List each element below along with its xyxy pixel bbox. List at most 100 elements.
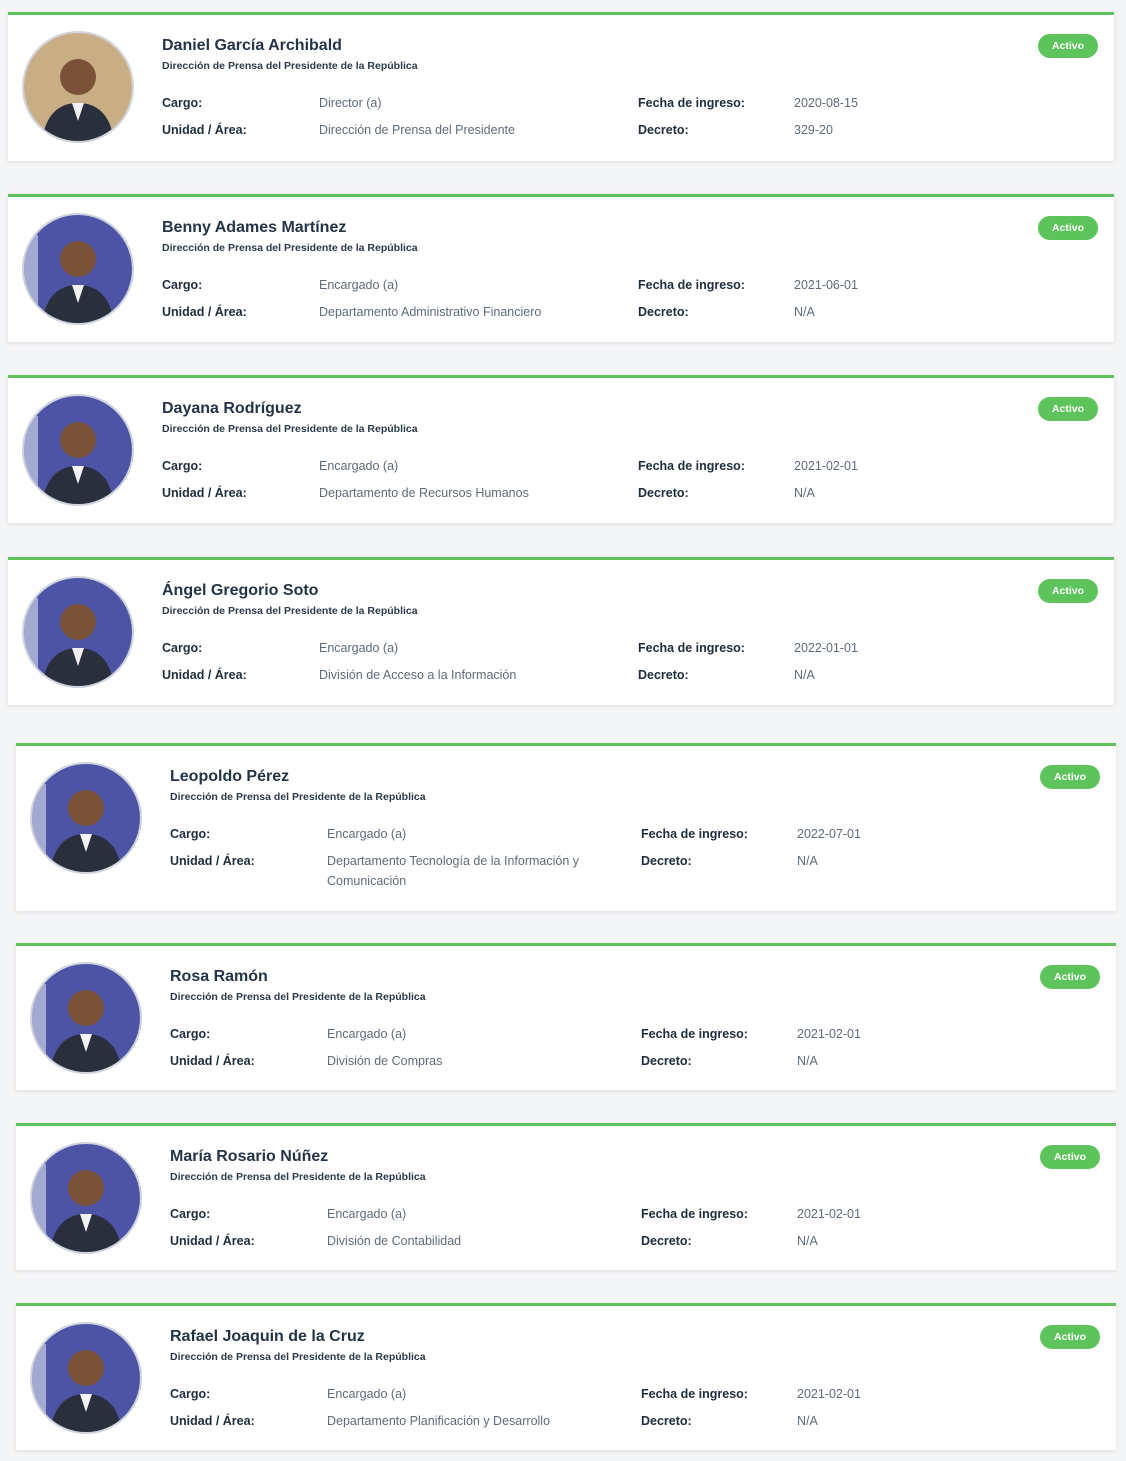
employee-photo [22,31,134,143]
cargo-value: Encargado (a) [327,827,407,841]
unidad-value: División de Compras [327,1054,443,1068]
unidad-value: Departamento Administrativo Financiero [319,305,542,319]
cargo-value: Encargado (a) [319,459,399,473]
employee-organization: Dirección de Prensa del Presidente de la… [162,605,418,617]
cargo-label: Cargo: [170,1207,211,1221]
employee-card: María Rosario Núñez Dirección de Prensa … [16,1123,1116,1270]
unidad-label: Unidad / Área: [162,305,247,319]
employee-name: Rafael Joaquin de la Cruz [170,1328,365,1345]
unidad-label: Unidad / Área: [162,486,247,500]
unidad-label: Unidad / Área: [162,123,247,137]
cargo-label: Cargo: [170,1387,211,1401]
cargo-label: Cargo: [170,827,211,841]
cargo-label: Cargo: [162,278,203,292]
unidad-value: División de Acceso a la Información [319,668,517,682]
employee-name: Leopoldo Pérez [170,768,290,785]
cargo-value: Encargado (a) [327,1387,407,1401]
fecha-label: Fecha de ingreso: [641,1387,748,1401]
employee-card: Daniel García Archibald Dirección de Pre… [8,12,1114,161]
unidad-label: Unidad / Área: [170,1054,255,1068]
employee-organization: Dirección de Prensa del Presidente de la… [170,1171,426,1183]
employee-photo [22,213,134,325]
cargo-label: Cargo: [170,1027,211,1041]
employee-card: Dayana Rodríguez Dirección de Prensa del… [8,375,1114,523]
employee-name: María Rosario Núñez [170,1148,329,1165]
decreto-value: N/A [797,1414,818,1428]
decreto-value: N/A [797,1234,818,1248]
employee-photo [30,1322,142,1434]
employee-name: Daniel García Archibald [162,37,342,54]
cargo-label: Cargo: [162,641,203,655]
employee-photo [30,762,142,874]
cargo-value: Encargado (a) [319,641,399,655]
fecha-label: Fecha de ingreso: [638,641,745,655]
decreto-value: N/A [794,486,815,500]
fecha-value: 2022-07-01 [797,827,861,841]
cargo-value: Encargado (a) [327,1027,407,1041]
fecha-value: 2021-02-01 [797,1027,861,1041]
unidad-value: Departamento Planificación y Desarrollo [327,1414,551,1428]
employee-photo [30,962,142,1074]
fecha-value: 2021-06-01 [794,278,858,292]
unidad-value: Dirección de Prensa del Presidente [319,123,515,137]
unidad-label: Unidad / Área: [170,854,255,868]
fecha-label: Fecha de ingreso: [638,459,745,473]
cargo-value: Encargado (a) [327,1207,407,1221]
decreto-label: Decreto: [641,1054,692,1068]
employee-photo [22,576,134,688]
employee-organization: Dirección de Prensa del Presidente de la… [162,423,418,435]
employee-card: Rosa Ramón Dirección de Prensa del Presi… [16,943,1116,1090]
employee-organization: Dirección de Prensa del Presidente de la… [170,991,426,1003]
status-badge: Activo [1038,34,1098,58]
status-badge: Activo [1040,1145,1100,1169]
employee-organization: Dirección de Prensa del Presidente de la… [162,242,418,254]
fecha-label: Fecha de ingreso: [641,827,748,841]
decreto-label: Decreto: [641,1414,692,1428]
decreto-label: Decreto: [638,668,689,682]
fecha-label: Fecha de ingreso: [638,278,745,292]
cargo-value: Encargado (a) [319,278,399,292]
fecha-value: 2021-02-01 [794,459,858,473]
employee-organization: Dirección de Prensa del Presidente de la… [170,1351,426,1363]
decreto-label: Decreto: [641,854,692,868]
decreto-label: Decreto: [638,486,689,500]
unidad-value: Departamento de Recursos Humanos [319,486,529,500]
fecha-label: Fecha de ingreso: [641,1207,748,1221]
unidad-value: Departamento Tecnología de la Informació… [327,854,580,888]
fecha-value: 2021-02-01 [797,1207,861,1221]
employee-card: Rafael Joaquin de la Cruz Dirección de P… [16,1303,1116,1450]
status-badge: Activo [1040,765,1100,789]
decreto-label: Decreto: [638,123,689,137]
status-badge: Activo [1040,1325,1100,1349]
cargo-label: Cargo: [162,459,203,473]
employee-photo [22,394,134,506]
employee-organization: Dirección de Prensa del Presidente de la… [162,60,418,72]
employee-name: Dayana Rodríguez [162,400,302,417]
employee-name: Benny Adames Martínez [162,219,347,236]
fecha-value: 2020-08-15 [794,96,858,110]
cargo-label: Cargo: [162,96,203,110]
employee-organization: Dirección de Prensa del Presidente de la… [170,791,426,803]
status-badge: Activo [1038,397,1098,421]
employee-photo [30,1142,142,1254]
cargo-value: Director (a) [319,96,382,110]
decreto-value: N/A [797,1054,818,1068]
fecha-label: Fecha de ingreso: [638,96,745,110]
employee-card: Ángel Gregorio Soto Dirección de Prensa … [8,557,1114,705]
status-badge: Activo [1038,579,1098,603]
unidad-label: Unidad / Área: [170,1414,255,1428]
fecha-value: 2021-02-01 [797,1387,861,1401]
employee-card: Leopoldo Pérez Dirección de Prensa del P… [16,743,1116,911]
decreto-value: N/A [794,305,815,319]
employee-name: Rosa Ramón [170,968,268,985]
employee-name: Ángel Gregorio Soto [162,582,319,599]
decreto-label: Decreto: [641,1234,692,1248]
decreto-value: N/A [794,668,815,682]
fecha-label: Fecha de ingreso: [641,1027,748,1041]
unidad-label: Unidad / Área: [162,668,247,682]
fecha-value: 2022-01-01 [794,641,858,655]
status-badge: Activo [1038,216,1098,240]
unidad-label: Unidad / Área: [170,1234,255,1248]
decreto-value: 329-20 [794,123,833,137]
status-badge: Activo [1040,965,1100,989]
